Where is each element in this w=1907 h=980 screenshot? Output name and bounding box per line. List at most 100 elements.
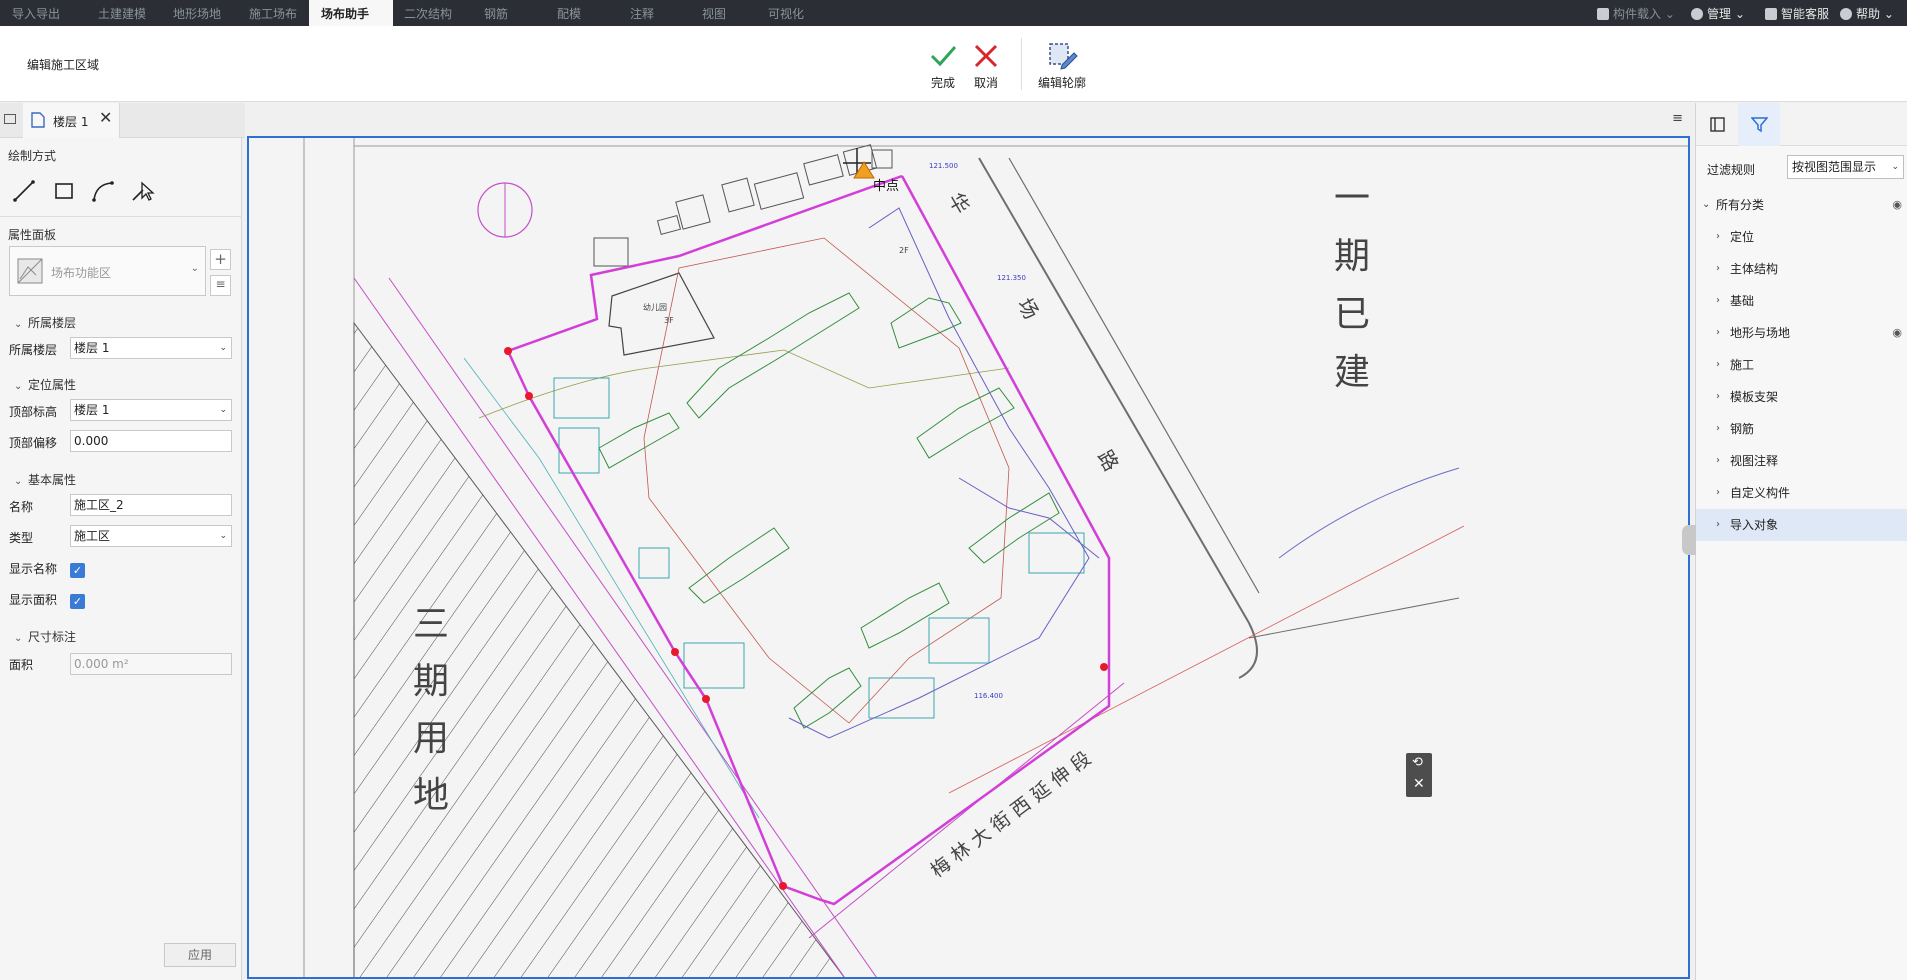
tree-item[interactable]: › 定位 <box>1696 221 1907 253</box>
group-position[interactable]: ⌄ 定位属性 <box>14 376 76 393</box>
family-selector[interactable]: 场布功能区 ⌄ <box>9 246 206 296</box>
road-name-bottom: 梅 林 大 街 西 延 伸 段 <box>927 748 1095 882</box>
eye-icon[interactable]: ◉ <box>1892 317 1902 349</box>
smart-service-button[interactable]: 智能客服 <box>1765 0 1829 26</box>
rotate-icon[interactable]: ⟲ <box>1412 755 1423 770</box>
filter-rule-select[interactable]: 按视图范围显示 ⌄ <box>1787 155 1904 179</box>
floor-label: 所属楼层 <box>9 343 58 357</box>
tree-root-all[interactable]: ⌄ 所有分类 ◉ <box>1696 189 1907 221</box>
close-view-icon[interactable]: ✕ <box>1413 776 1425 792</box>
draw-method-heading: 绘制方式 <box>8 149 57 163</box>
floor-count-label: 3F <box>664 316 674 325</box>
panel-toggle-icon[interactable] <box>4 114 16 124</box>
vertex-handle[interactable] <box>779 882 787 890</box>
type-select[interactable]: 施工区 ⌄ <box>70 525 232 547</box>
tab-panel-layout[interactable] <box>1696 103 1738 146</box>
panel-layout-icon <box>1710 117 1725 132</box>
tree-item[interactable]: › 地形与场地 ◉ <box>1696 317 1907 349</box>
tree-item[interactable]: › 基础 <box>1696 285 1907 317</box>
name-input[interactable]: 施工区_2 <box>70 494 232 516</box>
tree-item[interactable]: › 视图注释 <box>1696 445 1907 477</box>
arc-draw-icon[interactable] <box>90 178 116 204</box>
list-family-icon[interactable]: ≡ <box>210 275 231 296</box>
tree-item[interactable]: › 模板支架 <box>1696 381 1907 413</box>
chevron-right-icon: › <box>1716 423 1720 434</box>
vertex-handle[interactable] <box>504 347 512 355</box>
filter-icon <box>1751 117 1768 133</box>
checkmark-icon <box>919 40 967 72</box>
drawing-canvas[interactable]: 三 期 用 地 一 期 已 建 幼儿园 121.500 121.350 116.… <box>247 136 1690 979</box>
ribbon-toolbar: 编辑施工区域 完成 取消 编辑轮廓 <box>0 26 1907 102</box>
road-edge <box>1008 157 1260 594</box>
top-tab-bar: 导入导出 土建建模 地形场地 施工场布 场布助手 二次结构 钢筋 配模 注释 视… <box>0 0 1907 26</box>
phase3-char: 地 <box>413 775 449 816</box>
tab-annotation[interactable]: 注释 <box>618 0 666 26</box>
tab-civil-modeling[interactable]: 土建建模 <box>86 0 158 26</box>
tab-visualization[interactable]: 可视化 <box>756 0 816 26</box>
phase1-char: 期 <box>1334 236 1370 277</box>
collapse-panel-handle[interactable] <box>1682 525 1696 555</box>
pick-draw-icon[interactable] <box>129 178 155 204</box>
tree-item-selected[interactable]: › 导入对象 <box>1696 509 1907 541</box>
tab-rebar[interactable]: 钢筋 <box>472 0 520 26</box>
tab-secondary-structure[interactable]: 二次结构 <box>392 0 464 26</box>
done-button[interactable]: 完成 <box>919 40 967 91</box>
group-dimension[interactable]: ⌄ 尺寸标注 <box>14 628 76 645</box>
tab-import-export[interactable]: 导入导出 <box>0 0 72 26</box>
tab-terrain-site[interactable]: 地形场地 <box>161 0 233 26</box>
phase1-char: 已 <box>1334 294 1370 335</box>
vertex-handle[interactable] <box>525 392 533 400</box>
eye-icon[interactable]: ◉ <box>1892 189 1902 221</box>
edit-outline-button[interactable]: 编辑轮廓 <box>1030 40 1094 91</box>
tab-formwork[interactable]: 配模 <box>545 0 593 26</box>
section-divider <box>0 216 242 217</box>
rectangle-draw-icon[interactable] <box>51 178 77 204</box>
tab-layout-assistant[interactable]: 场布助手 <box>309 0 393 26</box>
vertex-handle[interactable] <box>1100 663 1108 671</box>
road-name-char: 华 <box>944 188 975 217</box>
cancel-button[interactable]: 取消 <box>962 40 1010 91</box>
show-area-checkbox[interactable]: ✓ <box>70 594 85 609</box>
manage-gear-icon <box>1691 8 1703 20</box>
type-label: 类型 <box>9 531 34 545</box>
tree-item[interactable]: › 自定义构件 <box>1696 477 1907 509</box>
edit-outline-icon <box>1030 40 1094 72</box>
chevron-right-icon: › <box>1716 327 1720 338</box>
area-family-icon <box>17 258 43 284</box>
tree-item[interactable]: › 主体结构 <box>1696 253 1907 285</box>
show-name-checkbox[interactable]: ✓ <box>70 563 85 578</box>
prop-panel-heading: 属性面板 <box>8 228 57 242</box>
chevron-down-icon: ⌄ <box>1702 199 1711 210</box>
tab-view[interactable]: 视图 <box>690 0 738 26</box>
snap-label: 中点 <box>873 179 899 194</box>
vertex-handle[interactable] <box>702 695 710 703</box>
top-elevation-select[interactable]: 楼层 1 ⌄ <box>70 399 232 421</box>
help-menu[interactable]: 帮助 ⌄ <box>1840 0 1894 26</box>
tab-site-layout[interactable]: 施工场布 <box>237 0 309 26</box>
group-basic[interactable]: ⌄ 基本属性 <box>14 471 76 488</box>
help-pin-icon <box>1840 8 1852 20</box>
canvas-menu-icon[interactable]: ≡ <box>1672 111 1683 126</box>
phase1-char: 建 <box>1334 352 1370 393</box>
tree-item[interactable]: › 施工 <box>1696 349 1907 381</box>
top-offset-input[interactable]: 0.000 <box>70 430 232 452</box>
floor-select[interactable]: 楼层 1 ⌄ <box>70 337 232 359</box>
component-import-menu[interactable]: 构件载入 ⌄ <box>1597 0 1675 26</box>
close-tab-icon[interactable]: ✕ <box>99 108 112 127</box>
doc-tab-floor1[interactable]: 楼层 1 ✕ <box>23 103 120 138</box>
filter-rule-label: 过滤规则 <box>1707 163 1756 177</box>
apply-button[interactable]: 应用 <box>164 943 236 967</box>
kindergarten-building <box>608 272 715 356</box>
add-family-button[interactable]: + <box>210 249 231 270</box>
show-area-label: 显示面积 <box>9 593 58 607</box>
tab-filter[interactable] <box>1738 103 1780 146</box>
group-floor[interactable]: ⌄ 所属楼层 <box>14 314 76 331</box>
tree-item[interactable]: › 钢筋 <box>1696 413 1907 445</box>
chevron-right-icon: › <box>1716 487 1720 498</box>
red-road-line <box>948 525 1465 794</box>
line-draw-icon[interactable] <box>11 178 37 204</box>
chevron-right-icon: › <box>1716 359 1720 370</box>
vertex-handle[interactable] <box>671 648 679 656</box>
ribbon-divider <box>1021 38 1022 90</box>
manage-menu[interactable]: 管理 ⌄ <box>1691 0 1745 26</box>
